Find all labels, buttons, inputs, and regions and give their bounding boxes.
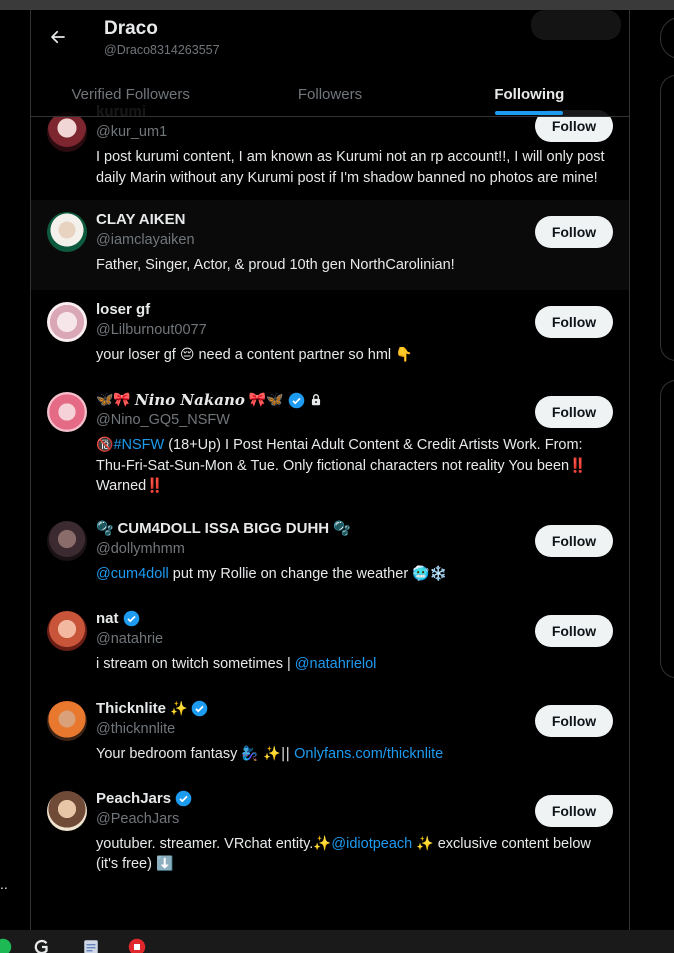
right-sidebar-card xyxy=(660,380,674,678)
user-bio: @cum4doll put my Rollie on change the we… xyxy=(96,565,448,582)
genie-sparkles-icon: 🧞‍♀️ ✨|| xyxy=(241,745,291,762)
list-item[interactable]: loser gf @Lilburnout0077 your loser gf 😔… xyxy=(31,290,629,380)
avatar[interactable] xyxy=(47,392,87,432)
user-bio: youtuber. streamer. VRchat entity.✨@idio… xyxy=(96,835,591,873)
user-name[interactable]: PeachJars xyxy=(96,789,531,809)
right-sidebar-card xyxy=(660,75,674,361)
bubbles-icon: 🫧 xyxy=(96,520,114,537)
user-bio: your loser gf 😔 need a content partner s… xyxy=(96,347,413,363)
user-bio: Your bedroom fantasy 🧞‍♀️ ✨|| Onlyfans.c… xyxy=(96,745,444,762)
avatar[interactable] xyxy=(47,790,87,831)
avatar[interactable] xyxy=(47,302,87,342)
mention-link[interactable]: @cum4doll xyxy=(96,566,169,582)
user-name[interactable]: 🦋🎀 𝑵𝒊𝒏𝒐 𝑵𝒂𝒌𝒂𝒏𝒐 🎀🦋 xyxy=(96,390,531,410)
follow-button[interactable]: Follow xyxy=(535,216,613,248)
mention-link[interactable]: @idiotpeach xyxy=(331,836,412,852)
list-item[interactable]: 🦋🎀 𝑵𝒊𝒏𝒐 𝑵𝒂𝒌𝒂𝒏𝒐 🎀🦋 @Nino_GQ5_NSFW 🔞#NSFW … xyxy=(31,380,629,509)
user-handle[interactable]: @natahrie xyxy=(96,629,531,650)
avatar[interactable] xyxy=(47,610,87,651)
butterfly-ribbon-icon: 🦋🎀 xyxy=(96,392,131,408)
no-under-18-icon: 🔞 xyxy=(96,437,114,453)
taskbar xyxy=(0,930,674,953)
user-name[interactable]: CLAY AIKEN xyxy=(96,210,531,230)
user-name[interactable]: 🫧 CUM4DOLL ISSA BIGG DUHH 🫧 xyxy=(96,519,531,539)
ribbon-butterfly-icon: 🎀🦋 xyxy=(248,392,284,408)
following-list: kurumi @kur_um1 I post kurumi content, I… xyxy=(31,103,629,887)
follow-button[interactable]: Follow xyxy=(535,396,613,428)
user-bio: I post kurumi content, I am known as Kur… xyxy=(96,149,605,186)
list-item[interactable]: CLAY AIKEN @iamclayaiken Father, Singer,… xyxy=(31,200,629,290)
list-item[interactable]: Thicknlite ✨ @thicknnlite Your bedroom f… xyxy=(31,689,629,779)
taskbar-notepad-icon[interactable] xyxy=(82,938,100,953)
header-decor xyxy=(531,10,621,40)
user-name[interactable]: loser gf xyxy=(96,300,531,320)
user-handle[interactable]: @kur_um1 xyxy=(96,122,531,143)
list-item[interactable]: kurumi @kur_um1 I post kurumi content, I… xyxy=(31,103,629,200)
website-link[interactable]: Onlyfans.com/thicknlite xyxy=(294,746,443,762)
back-button[interactable] xyxy=(43,22,73,52)
user-bio: 🔞#NSFW (18+Up) I Post Hentai Adult Conte… xyxy=(96,437,587,494)
list-item[interactable]: 🫧 CUM4DOLL ISSA BIGG DUHH 🫧 @dollymhmm @… xyxy=(31,509,629,599)
bubbles-icon: 🫧 xyxy=(333,520,351,537)
list-item[interactable]: PeachJars @PeachJars youtuber. streamer.… xyxy=(31,779,629,887)
lock-icon xyxy=(311,394,320,406)
search-box[interactable] xyxy=(660,17,674,59)
follow-button[interactable]: Follow xyxy=(535,704,613,737)
user-handle[interactable]: @iamclayaiken xyxy=(96,230,531,251)
tab-followers[interactable]: Followers xyxy=(230,72,429,116)
cold-face-snowflake-icon: 🥶❄️ xyxy=(412,565,448,582)
follow-button[interactable]: Follow xyxy=(535,794,613,827)
follow-button[interactable]: Follow xyxy=(535,306,613,338)
user-handle[interactable]: @Lilburnout0077 xyxy=(96,320,531,341)
profile-handle: @Draco8314263557 xyxy=(104,43,220,57)
follow-button[interactable]: Follow xyxy=(535,614,613,647)
browser-top-strip xyxy=(0,0,674,10)
profile-header: Draco @Draco8314263557 Verified Follower… xyxy=(31,10,629,117)
user-bio: Father, Singer, Actor, & proud 10th gen … xyxy=(96,257,455,273)
sidebar-more-text: .. xyxy=(0,876,8,892)
sparkles-icon: ✨ xyxy=(170,700,188,717)
avatar[interactable] xyxy=(47,700,87,741)
taskbar-spotify-icon[interactable] xyxy=(0,938,12,953)
pensive-face-icon: 😔 xyxy=(179,347,195,363)
user-handle[interactable]: @thicknnlite xyxy=(96,719,531,740)
verified-badge-icon xyxy=(288,392,305,408)
user-name[interactable]: Thicknlite ✨ xyxy=(96,699,531,719)
arrow-left-icon xyxy=(51,30,65,44)
taskbar-g-icon[interactable] xyxy=(33,938,51,953)
tab-bar: Verified Followers Followers Following xyxy=(31,72,629,117)
profile-name: Draco xyxy=(104,18,158,39)
avatar[interactable] xyxy=(47,520,87,561)
tab-following[interactable]: Following xyxy=(430,72,629,116)
down-arrow-icon: ⬇️ xyxy=(155,856,174,872)
verified-badge-icon xyxy=(192,700,208,717)
verified-badge-icon xyxy=(175,790,192,807)
double-exclamation-icon: ‼️ xyxy=(569,457,587,474)
mention-link[interactable]: @natahrielol xyxy=(295,656,377,672)
user-bio: i stream on twitch sometimes | @natahrie… xyxy=(96,655,377,672)
active-tab-indicator xyxy=(495,111,564,115)
taskbar-app-icon[interactable] xyxy=(128,938,146,953)
avatar[interactable] xyxy=(47,212,87,252)
pointing-down-icon: 👇 xyxy=(395,347,413,363)
following-column: kurumi @kur_um1 I post kurumi content, I… xyxy=(30,10,630,930)
user-handle[interactable]: @PeachJars xyxy=(96,809,531,830)
list-item[interactable]: nat @natahrie i stream on twitch sometim… xyxy=(31,599,629,689)
follow-button[interactable]: Follow xyxy=(535,524,613,557)
verified-badge-icon xyxy=(123,610,139,627)
tab-verified-followers[interactable]: Verified Followers xyxy=(31,72,230,116)
user-handle[interactable]: @dollymhmm xyxy=(96,539,531,560)
user-name[interactable]: nat xyxy=(96,609,531,629)
double-exclamation-icon: ‼️ xyxy=(146,478,164,494)
hashtag-link[interactable]: #NSFW xyxy=(113,437,164,453)
sparkles-icon: ✨ xyxy=(416,835,434,852)
avatar[interactable] xyxy=(47,112,87,152)
user-handle[interactable]: @Nino_GQ5_NSFW xyxy=(96,410,531,431)
